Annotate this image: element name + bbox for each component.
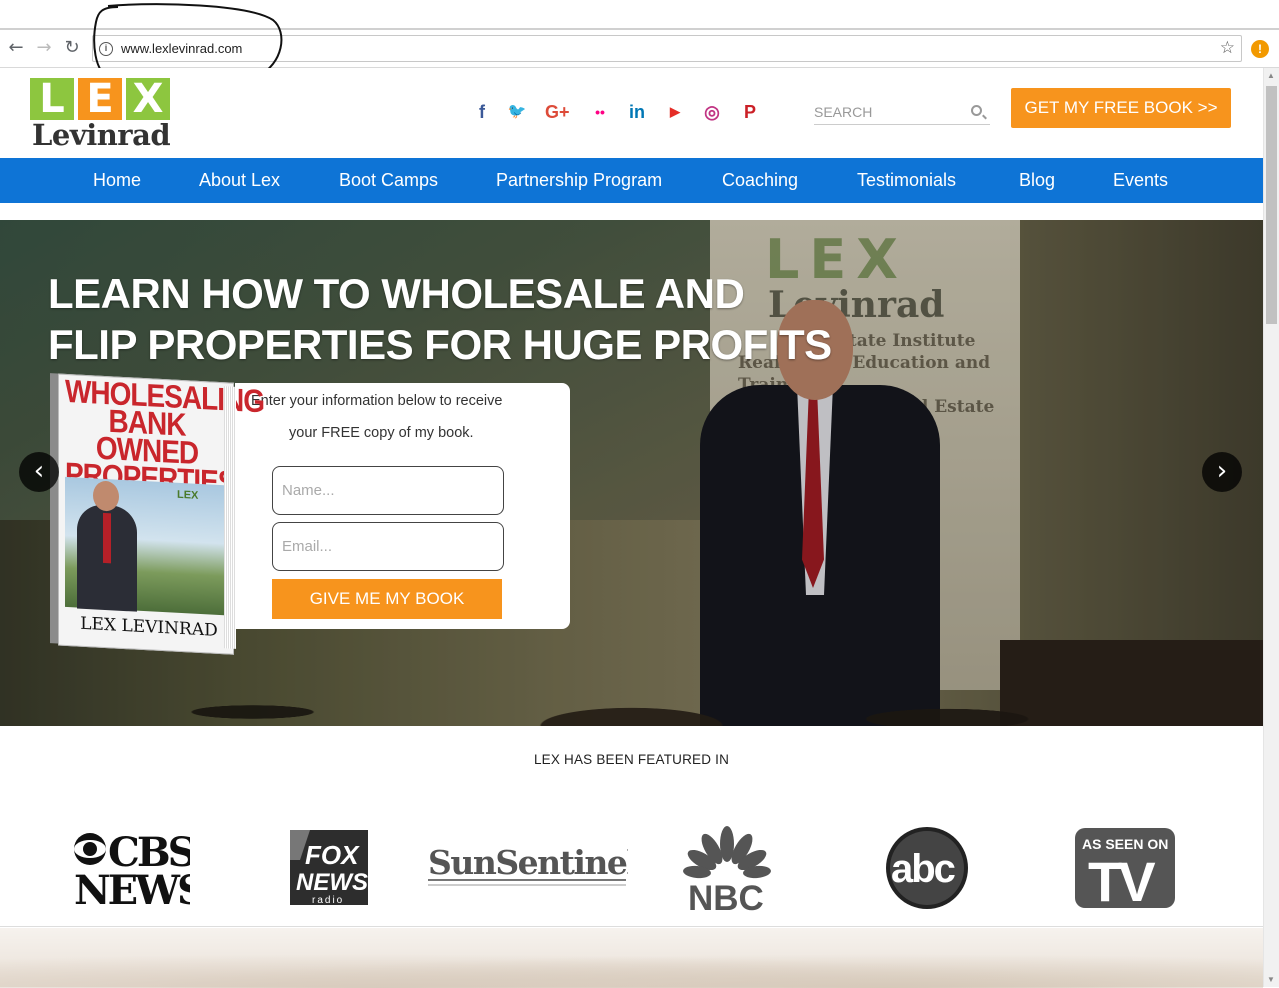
page-scrollbar[interactable]: ▲ ▼: [1263, 68, 1279, 987]
search-input[interactable]: [814, 101, 964, 123]
as-seen-on-tv-logo: AS SEEN ON TV: [1074, 827, 1176, 914]
news-text: NEWS: [74, 867, 190, 910]
carousel-next-icon[interactable]: ›: [1202, 452, 1242, 492]
apple-icon[interactable]: [775, 100, 799, 124]
nav-home[interactable]: Home: [93, 158, 141, 203]
logo-letter-l: L: [30, 78, 74, 120]
hero-headline-line-2: FLIP PROPERTIES FOR HUGE PROFITS: [48, 321, 832, 368]
search-icon[interactable]: [971, 105, 982, 116]
alert-icon[interactable]: !: [1251, 40, 1269, 58]
pinterest-icon[interactable]: P: [738, 100, 762, 124]
abc-text: abc: [891, 847, 956, 891]
tv-text: TV: [1088, 850, 1155, 909]
hero-slider: LEX Levinrad Real Estate Institute Real …: [0, 220, 1263, 726]
optin-form: Enter your information below to receive …: [235, 383, 570, 629]
book-author-head: [93, 480, 119, 512]
scroll-up-icon[interactable]: ▲: [1267, 71, 1275, 80]
facebook-icon[interactable]: f: [470, 100, 494, 124]
nav-partnership-program[interactable]: Partnership Program: [496, 158, 662, 203]
book-author: LEX LEVINRAD: [80, 613, 218, 641]
logo-wordmark: Levinrad: [32, 118, 171, 152]
scroll-thumb[interactable]: [1266, 86, 1277, 324]
book-cover: WHOLESALING BANK OWNED PROPERTIES LEX LE…: [58, 373, 264, 655]
nbc-logo: NBC: [682, 824, 772, 918]
logo-letter-e: E: [78, 78, 122, 120]
fox-news-text: NEWS: [296, 869, 368, 896]
nbc-text: NBC: [688, 879, 764, 912]
optin-instructions-line-1: Enter your information below to receive: [251, 393, 503, 409]
sun-sentinel-logo: SunSentinel: [428, 840, 640, 895]
reload-icon[interactable]: ↻: [60, 36, 84, 60]
book-pages: [224, 386, 236, 649]
cbs-news-logo: CBS NEWS: [72, 829, 207, 915]
nav-boot-camps[interactable]: Boot Camps: [339, 158, 438, 203]
optin-instructions-line-2: your FREE copy of my book.: [289, 425, 474, 441]
bookmark-star-icon[interactable]: ☆: [1220, 38, 1235, 58]
featured-title: LEX HAS BEEN FEATURED IN: [533, 752, 730, 767]
site-header: L E X Levinrad f 🐦 G+ •• in ▶ ◎ P GET MY FREE B…: [0, 68, 1263, 158]
forward-arrow-icon[interactable]: →: [32, 36, 56, 60]
abc-logo: abc: [885, 826, 969, 915]
carousel-prev-icon[interactable]: ‹: [19, 452, 59, 492]
nav-testimonials[interactable]: Testimonials: [857, 158, 956, 203]
nav-events[interactable]: Events: [1113, 158, 1168, 203]
google-plus-icon[interactable]: G+: [545, 100, 570, 124]
flickr-icon[interactable]: ••: [588, 100, 612, 124]
book-author-tie: [103, 512, 111, 564]
get-free-book-button[interactable]: GET MY FREE BOOK >>: [1011, 88, 1231, 128]
sun-sentinel-text: SunSentinel: [428, 843, 628, 882]
featured-in-section: LEX HAS BEEN FEATURED IN CBS NEWS FOX NE…: [0, 726, 1263, 927]
linkedin-icon[interactable]: in: [625, 100, 649, 124]
nav-about-lex[interactable]: About Lex: [199, 158, 280, 203]
search-box[interactable]: [814, 101, 990, 125]
main-navigation: Home About Lex Boot Camps Partnership Pr…: [0, 158, 1263, 203]
nav-blog[interactable]: Blog: [1019, 158, 1055, 203]
scroll-down-icon[interactable]: ▼: [1267, 975, 1275, 984]
lex-levinrad-logo[interactable]: L E X Levinrad: [30, 78, 180, 153]
fox-news-radio-logo: FOX NEWS radio: [290, 830, 370, 911]
email-field[interactable]: [272, 522, 504, 571]
fox-text: FOX: [305, 840, 360, 870]
book-cover-image: WHOLESALING BANK OWNED PROPERTIES LEX LE…: [50, 373, 264, 663]
next-section-preview: [0, 928, 1263, 988]
fox-radio-text: radio: [312, 895, 344, 906]
give-me-my-book-button[interactable]: GIVE ME MY BOOK: [272, 579, 502, 619]
instagram-icon[interactable]: ◎: [700, 100, 724, 124]
youtube-icon[interactable]: ▶: [663, 100, 687, 124]
back-arrow-icon[interactable]: ←: [4, 36, 28, 60]
nav-coaching[interactable]: Coaching: [722, 158, 798, 203]
twitter-icon[interactable]: 🐦: [505, 100, 529, 124]
logo-letter-x: X: [126, 78, 170, 120]
name-field[interactable]: [272, 466, 504, 515]
hero-headline: LEARN HOW TO WHOLESALE AND FLIP PROPERTI…: [48, 268, 832, 370]
hero-headline-line-1: LEARN HOW TO WHOLESALE AND: [48, 270, 745, 317]
book-mini-logo: LEX: [177, 488, 199, 502]
